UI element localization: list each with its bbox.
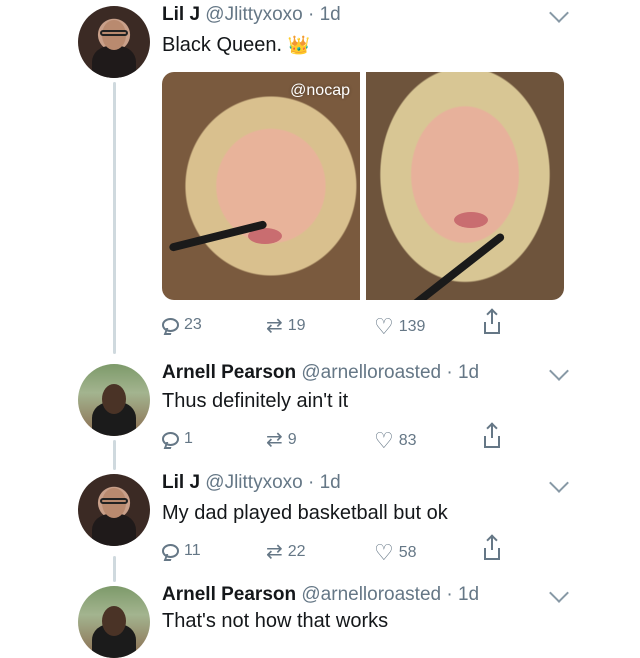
tweet-header: Arnell Pearson @arnelloroasted · 1d [162,362,479,384]
retweet-icon: ⇄ [266,315,283,337]
tweet[interactable]: Lil J @Jlittyxoxo · 1d My dad played bas… [0,468,640,578]
like-button[interactable]: ♡ 83 [374,430,417,452]
reply-button[interactable]: 11 [162,542,201,560]
reply-button[interactable]: 23 [162,316,202,334]
tweet-text: Black Queen. [162,34,283,56]
tweet-actions: 23 ⇄ 19 ♡ 139 [162,310,502,342]
handle-and-time[interactable]: @arnelloroasted · 1d [301,584,479,605]
chevron-down-icon[interactable] [549,473,569,493]
share-button[interactable] [484,424,500,448]
display-name[interactable]: Lil J [162,4,200,25]
watermark: @nocap [290,82,350,99]
handle-and-time[interactable]: @arnelloroasted · 1d [301,362,479,383]
avatar[interactable] [78,6,150,78]
tweet-header: Lil J @Jlittyxoxo · 1d [162,472,341,494]
reply-icon [162,544,179,558]
reply-count: 1 [184,430,193,447]
like-count: 139 [398,318,426,335]
display-name[interactable]: Lil J [162,472,200,493]
crown-emoji: 👑 [287,35,311,55]
like-count: 58 [398,544,417,561]
reply-icon [162,318,179,332]
reply-button[interactable]: 1 [162,430,193,448]
tweet-header: Lil J @Jlittyxoxo · 1d [162,4,341,26]
share-button[interactable] [484,536,500,560]
avatar[interactable] [78,474,150,546]
display-name[interactable]: Arnell Pearson [162,362,296,383]
reply-icon [162,432,179,446]
avatar[interactable] [78,586,150,658]
like-button[interactable]: ♡ 139 [374,316,425,338]
tweet-header: Arnell Pearson @arnelloroasted · 1d [162,584,479,606]
heart-icon: ♡ [374,540,394,565]
tweet[interactable]: Arnell Pearson @arnelloroasted · 1d That… [0,580,640,658]
heart-icon: ♡ [374,428,394,453]
share-icon [484,536,500,560]
chevron-down-icon[interactable] [549,3,569,23]
retweet-count: 22 [287,543,306,560]
retweet-button[interactable]: ⇄ 9 [266,430,297,450]
avatar[interactable] [78,364,150,436]
tweet[interactable]: Arnell Pearson @arnelloroasted · 1d Thus… [0,356,640,466]
tweet-text: Thus definitely ain't it [162,390,349,412]
retweet-button[interactable]: ⇄ 19 [266,316,306,336]
display-name[interactable]: Arnell Pearson [162,584,296,605]
tweet-text: My dad played basketball but ok [162,502,448,524]
tweet[interactable]: Lil J @Jlittyxoxo · 1d Black Queen. 👑 @n… [0,0,640,350]
tweet-actions: 11 ⇄ 22 ♡ 58 [162,536,502,568]
tweet-photo-right[interactable] [366,72,564,300]
like-count: 83 [398,432,417,449]
tweet-text-row: Black Queen. 👑 [162,34,310,57]
heart-icon: ♡ [374,314,394,339]
chevron-down-icon[interactable] [549,583,569,603]
reply-count: 23 [184,316,202,333]
retweet-count: 9 [287,431,297,448]
tweet-actions: 1 ⇄ 9 ♡ 83 [162,424,502,456]
share-icon [484,310,500,334]
share-icon [484,424,500,448]
retweet-button[interactable]: ⇄ 22 [266,542,306,562]
retweet-icon: ⇄ [266,541,283,563]
chevron-down-icon[interactable] [549,361,569,381]
retweet-count: 19 [287,317,306,334]
handle-and-time[interactable]: @Jlittyxoxo · 1d [205,4,340,25]
reply-count: 11 [184,542,201,559]
tweet-text: That's not how that works [162,610,389,632]
tweet-photo-left[interactable]: @nocap [162,72,360,300]
retweet-icon: ⇄ [266,429,283,451]
handle-and-time[interactable]: @Jlittyxoxo · 1d [205,472,340,493]
share-button[interactable] [484,310,500,334]
like-button[interactable]: ♡ 58 [374,542,417,564]
